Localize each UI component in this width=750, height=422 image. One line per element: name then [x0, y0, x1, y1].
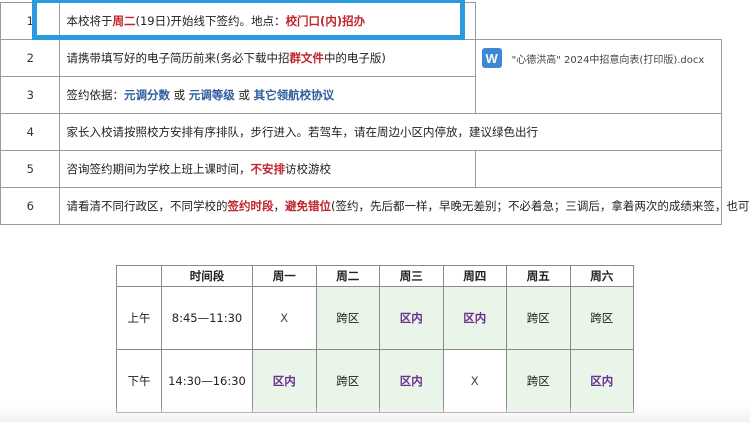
text-segment: 或 — [169, 88, 189, 102]
period-cell: 上午 — [116, 286, 162, 350]
schedule-cell: 跨区 — [506, 286, 571, 350]
schedule-cell: 区内 — [252, 349, 317, 413]
text-segment: 家长入校请按照校方安排有序排队，步行进入。若驾车，请在周边小区内停放，建议绿色出… — [66, 125, 538, 139]
empty-cell — [474, 76, 723, 114]
emphasis-text: 群文件 — [289, 51, 324, 65]
schedule-table: 时间段 周一 周二 周三 周四 周五 周六 上午 8:45—11:30 X 跨区 区内 区内 跨区 跨区下… — [116, 265, 634, 413]
notice-table: 1 本校将于周二(19日)开始线下签约。地点：校门口(内)招办 2 请携带填写好的电子… — [0, 2, 750, 225]
notice-row: 5 咨询签约期间为学校上班上课时间，不安排访校游校 — [0, 150, 723, 188]
text-segment: (19日)开始线下签约。地点： — [135, 14, 286, 28]
notice-row: 2 请携带填写好的电子简历前来(务必下载中招群文件中的电子版) W "心德洪高" 20… — [0, 39, 723, 77]
schedule-header: 周五 — [506, 265, 571, 287]
notice-text: 签约依据：元调分数 或 元调等级 或 其它领航校协议 — [59, 76, 476, 114]
notice-text: 本校将于周二(19日)开始线下签约。地点：校门口(内)招办 — [59, 2, 476, 40]
row-number: 6 — [0, 187, 61, 225]
text-segment: 或 — [234, 88, 254, 102]
schedule-cell: 区内 — [379, 349, 444, 413]
row-number: 5 — [0, 150, 61, 188]
schedule-header: 周一 — [252, 265, 317, 287]
schedule-cell: 跨区 — [569, 286, 634, 350]
notice-text: 请看清不同行政区，不同学校的签约时段，避免错位(签约，先后都一样，早晚无差别；不… — [59, 187, 750, 225]
row-number: 2 — [0, 39, 61, 77]
notice-row: 4 家长入校请按照校方安排有序排队，步行进入。若驾车，请在周边小区内停放，建议绿色… — [0, 113, 722, 151]
empty-cell — [474, 2, 722, 40]
attachment-filename: "心德洪高" 2024中招意向表(打印版).docx — [511, 54, 705, 66]
row-number: 3 — [0, 76, 61, 114]
text-segment: 访校游校 — [284, 162, 331, 176]
schedule-cell: X — [442, 349, 507, 413]
schedule-cell: 跨区 — [315, 286, 380, 350]
text-segment: 本校将于 — [66, 14, 113, 28]
schedule-row: 上午 8:45—11:30 X 跨区 区内 区内 跨区 跨区 — [116, 286, 634, 350]
empty-cell — [474, 150, 723, 188]
notice-row: 1 本校将于周二(19日)开始线下签约。地点：校门口(内)招办 — [0, 2, 722, 40]
row-number: 1 — [0, 2, 61, 40]
schedule-header: 周三 — [379, 265, 444, 287]
attachment-cell: W "心德洪高" 2024中招意向表(打印版).docx — [474, 39, 723, 77]
notice-text: 家长入校请按照校方安排有序排队，步行进入。若驾车，请在周边小区内停放，建议绿色出… — [59, 113, 722, 151]
emphasis-text: 元调分数 — [123, 88, 170, 102]
schedule-header: 周四 — [442, 265, 507, 287]
schedule-cell: 跨区 — [315, 349, 380, 413]
schedule-cell: X — [252, 286, 317, 350]
emphasis-text: 其它领航校协议 — [253, 88, 335, 102]
text-segment: 中的电子版) — [323, 51, 386, 65]
text-segment: 请携带填写好的电子简历前来(务必下载中招 — [66, 51, 290, 65]
notice-text: 咨询签约期间为学校上班上课时间，不安排访校游校 — [59, 150, 476, 188]
text-segment: 咨询签约期间为学校上班上课时间， — [66, 162, 251, 176]
schedule-cell: 区内 — [379, 286, 444, 350]
emphasis-text: 周二 — [112, 14, 136, 28]
word-doc-icon: W — [481, 48, 502, 69]
schedule-cell: 跨区 — [506, 349, 571, 413]
schedule-header: 周六 — [569, 265, 634, 287]
row-number: 4 — [0, 113, 61, 151]
emphasis-text: 元调等级 — [188, 88, 235, 102]
text-segment: (签约，先后都一样，早晚无差别；不必着急；三调后，拿着两次的成绩来签，也可行) — [330, 199, 750, 213]
schedule-cell: 区内 — [569, 349, 634, 413]
attachment-link[interactable]: W "心德洪高" 2024中招意向表(打印版).docx — [481, 48, 715, 69]
emphasis-text: 避免错位 — [284, 199, 331, 213]
time-cell: 14:30—16:30 — [161, 349, 253, 413]
text-segment: 请看清不同行政区，不同学校的 — [66, 199, 228, 213]
notice-row: 6 请看清不同行政区，不同学校的签约时段，避免错位(签约，先后都一样，早晚无差别；… — [0, 187, 750, 225]
period-cell: 下午 — [116, 349, 162, 413]
bottom-fade — [0, 405, 750, 422]
emphasis-text: 不安排 — [250, 162, 285, 176]
notice-text: 请携带填写好的电子简历前来(务必下载中招群文件中的电子版) — [59, 39, 476, 77]
schedule-header: 时间段 — [161, 265, 253, 287]
schedule-header — [116, 265, 162, 287]
schedule-row: 下午 14:30—16:30 区内 跨区 区内 X 跨区 区内 — [116, 349, 634, 413]
schedule-cell: 区内 — [442, 286, 507, 350]
text-segment: 签约依据： — [66, 88, 124, 102]
emphasis-text: 校门口(内)招办 — [285, 14, 366, 28]
notice-row: 3 签约依据：元调分数 或 元调等级 或 其它领航校协议 — [0, 76, 723, 114]
schedule-header: 周二 — [315, 265, 380, 287]
time-cell: 8:45—11:30 — [161, 286, 253, 350]
text-segment: ， — [273, 199, 285, 213]
emphasis-text: 签约时段 — [227, 199, 274, 213]
